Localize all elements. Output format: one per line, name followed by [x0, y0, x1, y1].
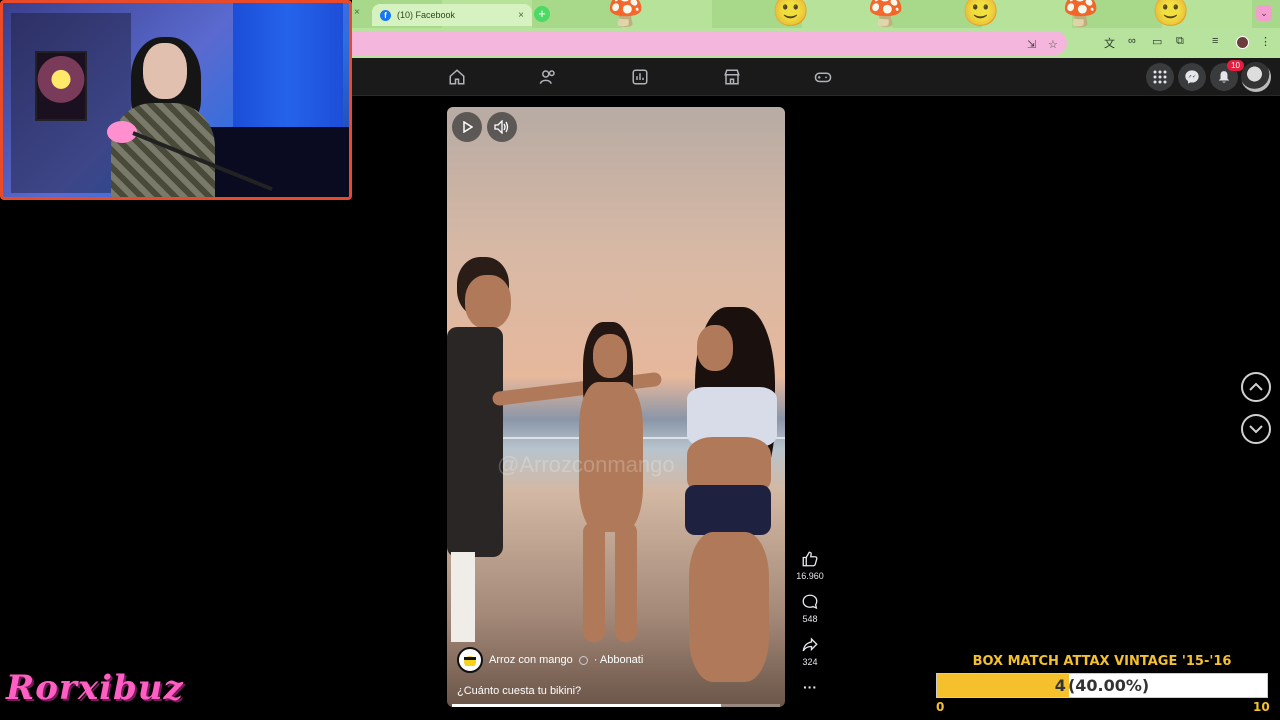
verified-icon: [578, 655, 588, 665]
share-button[interactable]: 324: [790, 636, 830, 667]
speaker-icon: [494, 120, 509, 134]
account-avatar[interactable]: [1241, 62, 1271, 92]
webcam-poster: [35, 51, 87, 121]
volume-button[interactable]: [487, 112, 517, 142]
goal-title: BOX MATCH ATTAX VINTAGE '15-'16: [972, 654, 1232, 669]
tab-title: (10) Facebook: [397, 10, 456, 20]
goal-current: 4: [1054, 676, 1066, 695]
video-author: Arroz con mango · Abbonati: [457, 647, 643, 673]
video-caption: ¿Cuánto cuesta tu bikini?: [457, 685, 582, 697]
person-right: [677, 307, 785, 687]
tab-facebook[interactable]: f (10) Facebook ×: [372, 4, 532, 26]
notifications-button[interactable]: 10: [1210, 60, 1244, 91]
streamer-brand-logo: Rorxibuz: [6, 668, 184, 708]
comment-button[interactable]: 548: [790, 593, 830, 624]
subscribe-link[interactable]: · Abbonati: [594, 654, 644, 666]
new-tab-button[interactable]: +: [534, 6, 550, 22]
video-watermark: @Arrozconmango: [497, 452, 675, 477]
screen: 🍄 🙂 🍄 🙂 🍄 🙂 × f (10) Facebook × + ⌄ ☆ ⇲ …: [0, 0, 1280, 720]
star-icon[interactable]: ☆: [1048, 38, 1058, 51]
notification-badge: 10: [1227, 60, 1244, 71]
goal-progress-text: 4 (40.00%): [937, 674, 1267, 697]
facebook-favicon-icon: f: [380, 9, 391, 21]
mushroom-decoration: 🍄: [867, 0, 905, 28]
reading-list-icon[interactable]: ≡: [1212, 35, 1218, 47]
person-middle: [557, 322, 657, 652]
close-tab-icon[interactable]: ×: [354, 7, 360, 18]
smiley-decoration: 🙂: [1152, 0, 1190, 28]
bell-icon: [1218, 71, 1230, 83]
share-count: 324: [802, 657, 818, 667]
author-name[interactable]: Arroz con mango: [489, 654, 573, 666]
browser-toolbar: ☆ ⇲ 文 ∞ ▭ ⧉ ≡ ⋮: [352, 28, 1280, 58]
more-icon: ···: [803, 679, 817, 695]
webcam-overlay: [0, 0, 352, 200]
translate-icon[interactable]: 文: [1104, 35, 1115, 51]
play-button[interactable]: [452, 112, 482, 142]
video-progress-bar[interactable]: [452, 704, 780, 707]
gaming-icon[interactable]: [814, 68, 832, 86]
smiley-decoration: 🙂: [772, 0, 810, 28]
chevron-down-icon: [1249, 425, 1263, 434]
chevron-down-icon[interactable]: ⌄: [1256, 5, 1272, 21]
next-reel-button[interactable]: [1241, 414, 1271, 444]
reel-video[interactable]: @Arrozconmango Arroz con mango · Abbonat…: [447, 107, 785, 707]
chevron-up-icon: [1249, 382, 1263, 391]
link-icon[interactable]: ∞: [1128, 35, 1136, 47]
browser-tab-bar: 🍄 🙂 🍄 🙂 🍄 🙂 × f (10) Facebook × + ⌄: [352, 0, 1280, 28]
goal-progress-bar: 4 (40.00%): [936, 673, 1268, 698]
extension-icon[interactable]: ⧉: [1176, 35, 1184, 48]
smiley-decoration: 🙂: [962, 0, 1000, 28]
home-icon[interactable]: [448, 68, 466, 86]
goal-percent: (40.00%): [1067, 676, 1150, 695]
facebook-nav-bar: 10: [352, 58, 1280, 96]
share-icon: [802, 637, 818, 652]
close-tab-icon[interactable]: ×: [518, 10, 524, 21]
more-options-button[interactable]: ···: [790, 679, 830, 695]
menu-grid-icon[interactable]: [1146, 63, 1174, 91]
mushroom-decoration: 🍄: [1062, 0, 1100, 28]
like-count: 16.960: [796, 571, 824, 581]
friends-icon[interactable]: [539, 68, 557, 86]
avatar[interactable]: [1236, 36, 1249, 49]
marketplace-icon[interactable]: [723, 68, 741, 86]
sidebar-icon[interactable]: ▭: [1152, 35, 1162, 48]
goal-max-label: 10: [1253, 700, 1270, 714]
goal-min-label: 0: [936, 700, 945, 714]
video-progress-fill: [452, 704, 721, 707]
previous-reel-button[interactable]: [1241, 372, 1271, 402]
play-icon: [463, 121, 473, 133]
messenger-icon[interactable]: [1178, 63, 1206, 91]
more-vert-icon[interactable]: ⋮: [1260, 35, 1271, 48]
sunglasses-icon: [464, 656, 476, 666]
mushroom-decoration: 🍄: [607, 0, 645, 28]
comment-icon: [802, 594, 818, 610]
author-avatar[interactable]: [457, 647, 483, 673]
thumbs-up-icon: [802, 551, 818, 567]
address-bar[interactable]: ☆ ⇲: [352, 31, 1067, 55]
webcam-curtain: [233, 3, 343, 133]
like-button[interactable]: 16.960: [790, 550, 830, 581]
comment-count: 548: [802, 614, 818, 624]
install-icon[interactable]: ⇲: [1027, 38, 1036, 51]
dashboard-icon[interactable]: [631, 68, 649, 86]
